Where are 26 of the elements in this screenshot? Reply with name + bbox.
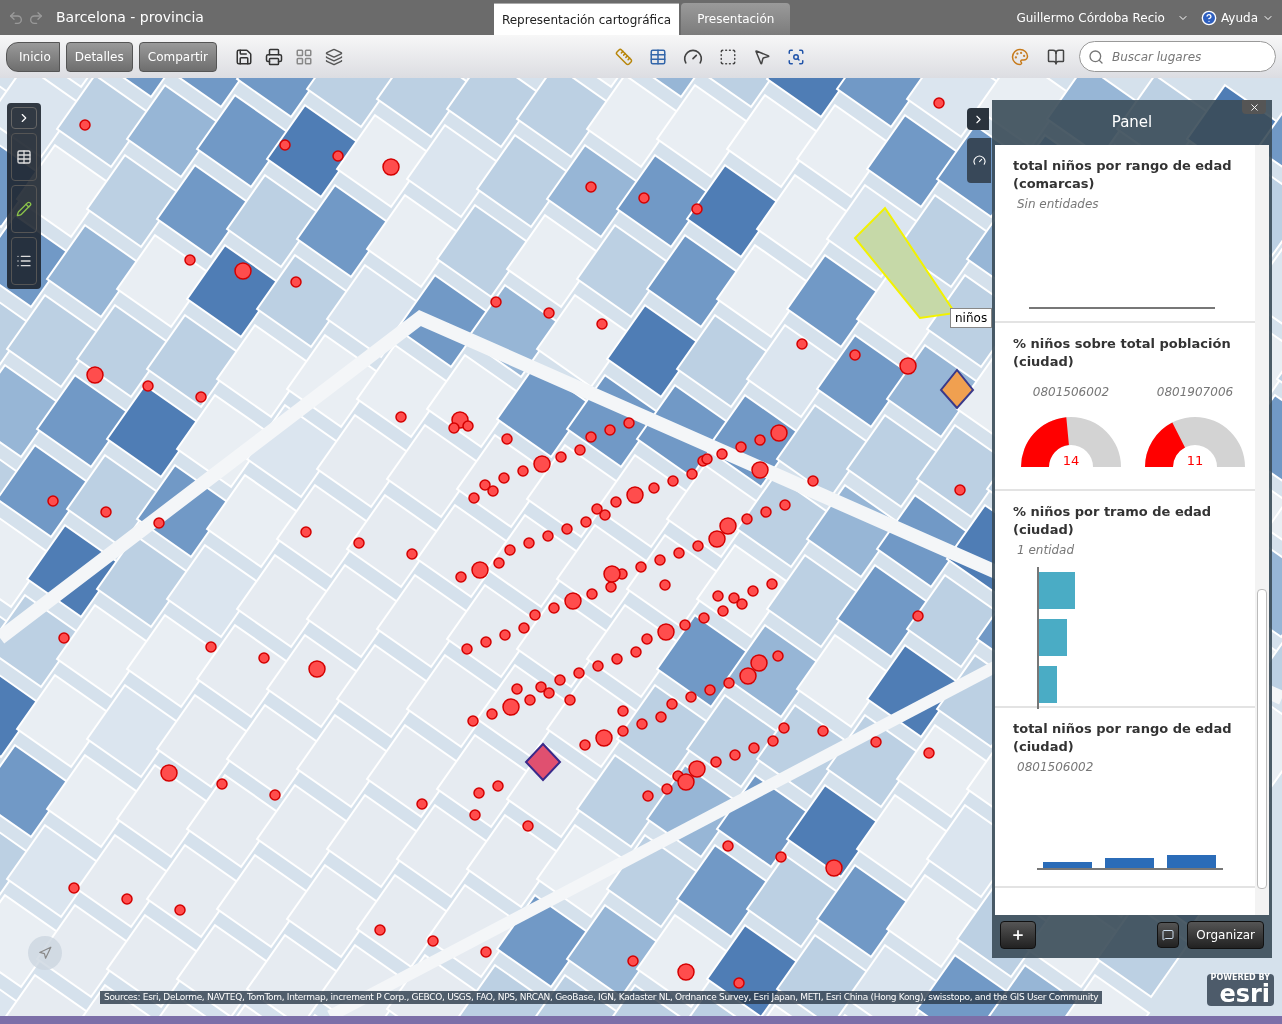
logo-caption: POWERED BY bbox=[1210, 974, 1270, 982]
user-menu[interactable]: Guillermo Córdoba Recio bbox=[1016, 8, 1189, 27]
widget-title: total niños por rango de edad (comarcas) bbox=[1013, 157, 1233, 193]
feature-id: 0801907006 bbox=[1156, 384, 1234, 401]
widget-title: total niños por rango de edad (ciudad) bbox=[1013, 720, 1233, 756]
window-title: Barcelona - provincia bbox=[56, 8, 204, 27]
tab[interactable]: Representación cartográfica bbox=[493, 3, 680, 35]
panel-title: Panel bbox=[1111, 112, 1153, 134]
search-field[interactable]: Buscar lugares bbox=[1112, 47, 1262, 66]
organize-button[interactable]: Organizar bbox=[1187, 921, 1264, 949]
gauge-reading: 11 bbox=[1186, 454, 1204, 467]
map-tooltip: niños bbox=[950, 308, 993, 328]
tab[interactable]: Presentación bbox=[681, 3, 791, 35]
widget-subtitle: 0801506002 bbox=[1016, 759, 1095, 776]
toolbar-button[interactable]: Inicio bbox=[6, 41, 60, 72]
widget-subtitle: 1 entidad bbox=[1016, 542, 1076, 559]
help-menu[interactable]: Ayuda bbox=[1200, 8, 1274, 27]
toolbar-button[interactable]: Compartir bbox=[138, 41, 218, 72]
toolbar-button[interactable]: Detalles bbox=[65, 41, 133, 72]
gauge-reading: 14 bbox=[1062, 454, 1080, 467]
feature-id: 0801506002 bbox=[1032, 384, 1110, 401]
search-box[interactable]: Buscar lugares bbox=[1079, 41, 1276, 72]
esri-logo: esri bbox=[1219, 982, 1270, 1006]
widget-title: % niños por tramo de edad (ciudad) bbox=[1013, 503, 1213, 539]
widget-title: % niños sobre total población (ciudad) bbox=[1013, 335, 1232, 371]
widget-subtitle: Sin entidades bbox=[1016, 196, 1100, 213]
